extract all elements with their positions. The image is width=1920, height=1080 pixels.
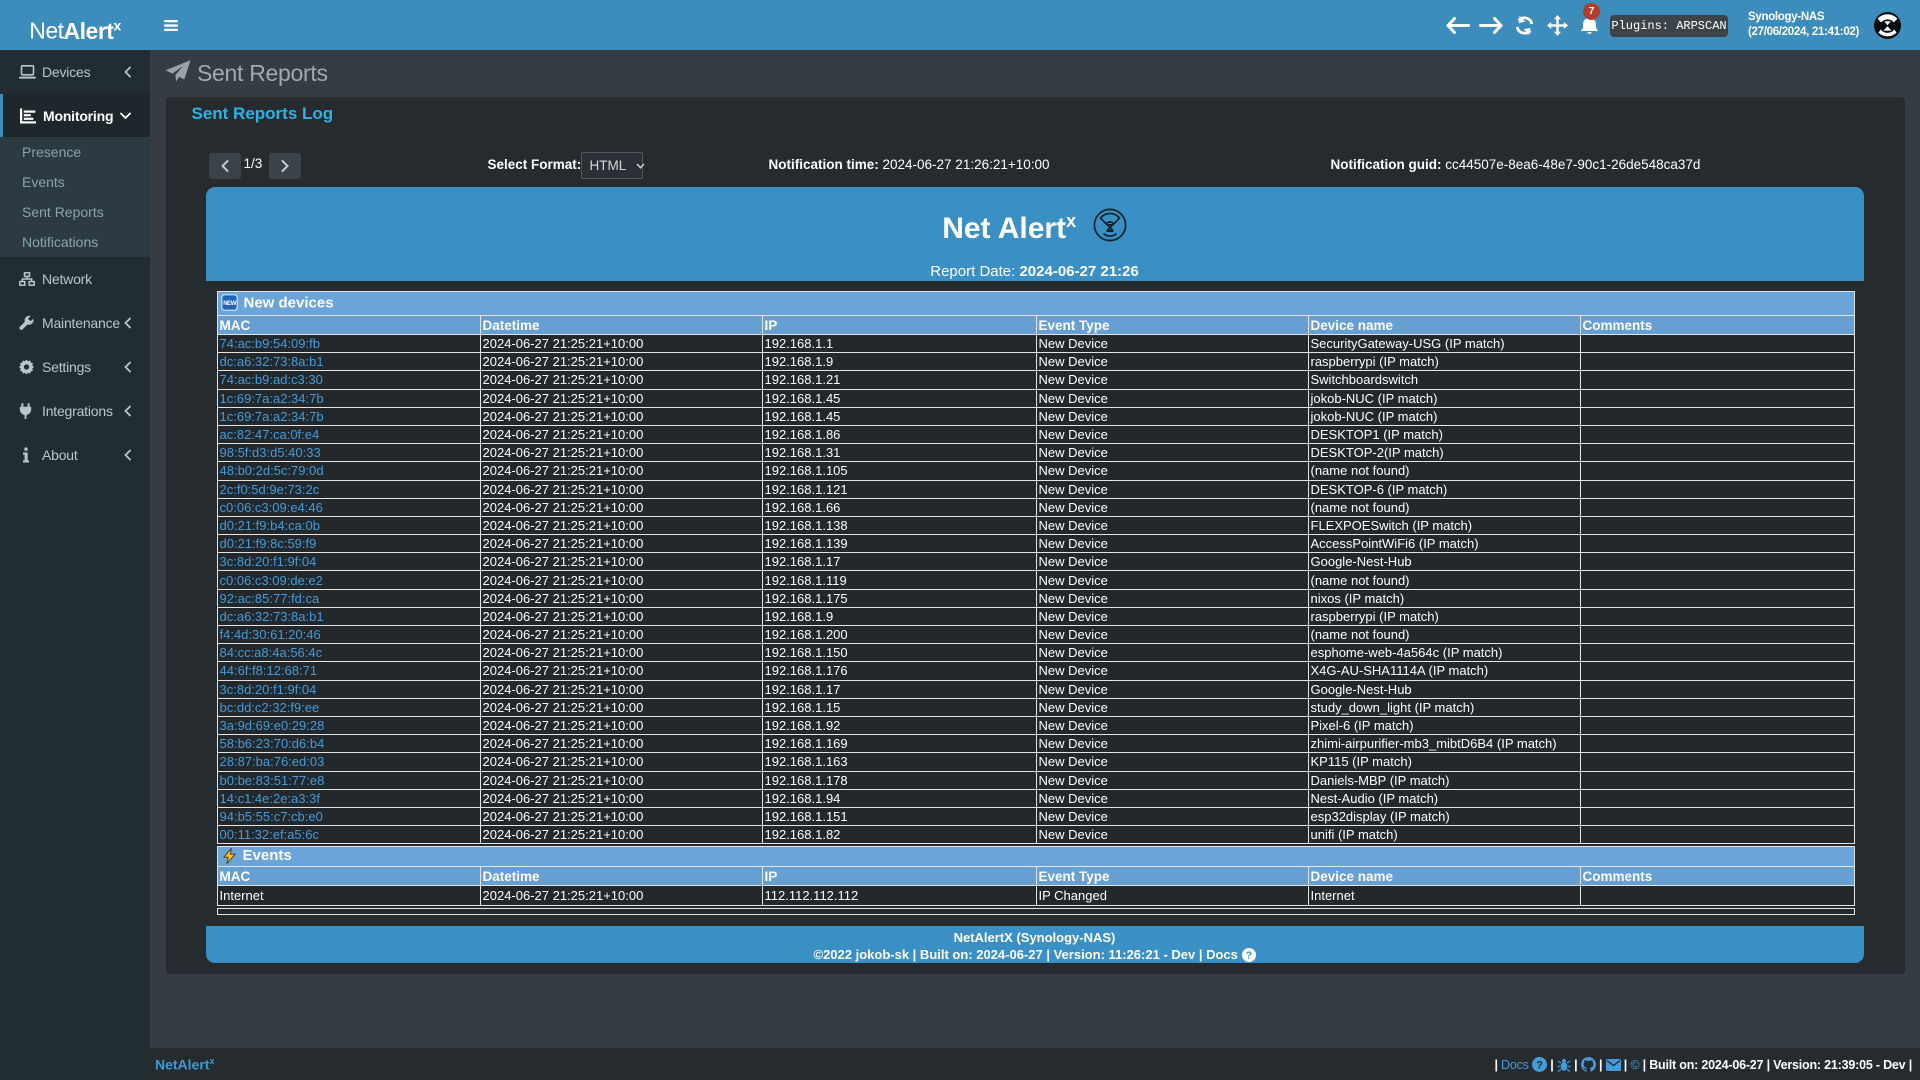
svg-text:?: ? [1245, 950, 1251, 962]
svg-text:NEW: NEW [223, 301, 237, 307]
svg-text:?: ? [1536, 1059, 1543, 1071]
